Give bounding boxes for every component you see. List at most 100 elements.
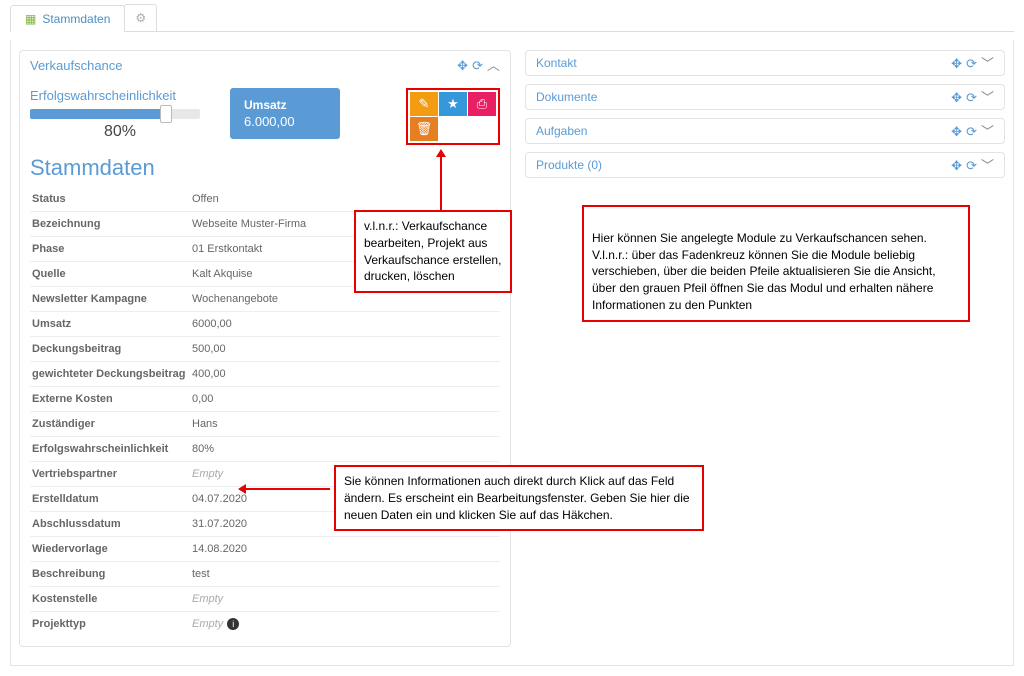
field-value[interactable]: 6000,00 (192, 318, 498, 330)
gauge-knob[interactable] (160, 105, 172, 123)
field-label: Externe Kosten (32, 393, 192, 405)
tab-stammdaten[interactable]: ▦ Stammdaten (10, 5, 125, 32)
field-label: Erfolgswahrscheinlichkeit (32, 443, 192, 455)
field-label: Zuständiger (32, 418, 192, 430)
delete-button[interactable]: 🗑 (410, 117, 438, 141)
probability-gauge: Erfolgswahrscheinlichkeit 80% (30, 88, 210, 141)
data-row[interactable]: KostenstelleEmpty (30, 586, 500, 611)
edit-button[interactable]: ✎ (410, 92, 438, 116)
panel-title: Kontakt (536, 56, 577, 70)
panel-title: Verkaufschance (30, 58, 123, 73)
field-value[interactable]: Emptyi (192, 618, 498, 630)
section-title: Stammdaten (30, 155, 500, 181)
trash-icon: 🗑 (416, 121, 433, 137)
field-label: Bezeichnung (32, 218, 192, 230)
create-project-button[interactable]: ★ (439, 92, 467, 116)
collapse-icon[interactable]: ︿ (487, 59, 500, 72)
field-value[interactable]: 14.08.2020 (192, 543, 498, 555)
refresh-icon[interactable]: ⟳ (472, 59, 483, 72)
refresh-icon[interactable]: ⟳ (966, 57, 977, 70)
field-value[interactable]: test (192, 568, 498, 580)
expand-icon[interactable]: ﹀ (981, 91, 994, 104)
tab-label: Stammdaten (42, 12, 110, 26)
field-value[interactable]: Hans (192, 418, 498, 430)
move-icon[interactable]: ✥ (951, 91, 962, 104)
annotation-edit: Sie können Informationen auch direkt dur… (334, 465, 704, 531)
field-value[interactable]: Wochenangebote (192, 293, 498, 305)
action-button-grid: ✎ ★ ⎙ 🗑 (406, 88, 500, 145)
revenue-label: Umsatz (244, 98, 326, 112)
annotation-arrow (440, 155, 442, 210)
panel-actions: ✥ ⟳ ︿ (457, 59, 500, 72)
field-value[interactable]: 400,00 (192, 368, 498, 380)
data-row[interactable]: Umsatz6000,00 (30, 311, 500, 336)
field-label: Erstelldatum (32, 493, 192, 505)
tab-settings[interactable]: ⚙ (124, 4, 157, 31)
move-icon[interactable]: ✥ (951, 159, 962, 172)
content: Verkaufschance ✥ ⟳ ︿ Erfolgswahrscheinli… (10, 40, 1014, 666)
print-button[interactable]: ⎙ (468, 92, 496, 116)
move-icon[interactable]: ✥ (951, 125, 962, 138)
field-value[interactable]: 500,00 (192, 343, 498, 355)
gauge-fill (30, 109, 166, 119)
data-row[interactable]: Externe Kosten0,00 (30, 386, 500, 411)
refresh-icon[interactable]: ⟳ (966, 159, 977, 172)
field-label: Vertriebspartner (32, 468, 192, 480)
side-module-panel: Produkte (0)✥⟳﹀ (525, 152, 1005, 178)
panel-actions: ✥ ⟳ ﹀ (951, 159, 994, 172)
data-row[interactable]: StatusOffen (30, 187, 500, 211)
field-label: Wiedervorlage (32, 543, 192, 555)
data-row[interactable]: Beschreibungtest (30, 561, 500, 586)
field-value[interactable]: 0,00 (192, 393, 498, 405)
field-label: Abschlussdatum (32, 518, 192, 530)
panel-header: Aufgaben ✥ ⟳ ﹀ (526, 119, 1004, 143)
field-value[interactable]: 80% (192, 443, 498, 455)
summary-row: Erfolgswahrscheinlichkeit 80% Umsatz 6.0… (30, 88, 500, 145)
gauge-bar[interactable] (30, 109, 200, 119)
panel-title: Aufgaben (536, 124, 587, 138)
move-icon[interactable]: ✥ (457, 59, 468, 72)
data-row[interactable]: ZuständigerHans (30, 411, 500, 436)
panel-actions: ✥ ⟳ ﹀ (951, 91, 994, 104)
info-icon[interactable]: i (227, 618, 239, 630)
panel-header: Dokumente ✥ ⟳ ﹀ (526, 85, 1004, 109)
data-row[interactable]: Erfolgswahrscheinlichkeit80% (30, 436, 500, 461)
empty-cell (468, 117, 496, 141)
field-label: Status (32, 193, 192, 205)
side-module-panel: Kontakt ✥ ⟳ ﹀ (525, 50, 1005, 76)
data-row[interactable]: gewichteter Deckungsbeitrag400,00 (30, 361, 500, 386)
field-label: Quelle (32, 268, 192, 280)
panel-body: Erfolgswahrscheinlichkeit 80% Umsatz 6.0… (20, 80, 510, 646)
expand-icon[interactable]: ﹀ (981, 57, 994, 70)
revenue-value: 6.000,00 (244, 114, 326, 129)
panel-actions: ✥ ⟳ ﹀ (951, 125, 994, 138)
panel-title: Dokumente (536, 90, 597, 104)
field-label: gewichteter Deckungsbeitrag (32, 368, 192, 380)
data-row[interactable]: Wiedervorlage14.08.2020 (30, 536, 500, 561)
star-icon: ★ (447, 96, 459, 112)
field-value[interactable]: Empty (192, 593, 498, 605)
refresh-icon[interactable]: ⟳ (966, 125, 977, 138)
print-icon: ⎙ (477, 96, 487, 112)
field-label: Beschreibung (32, 568, 192, 580)
data-row[interactable]: ProjekttypEmptyi (30, 611, 500, 636)
data-row[interactable]: Deckungsbeitrag500,00 (30, 336, 500, 361)
refresh-icon[interactable]: ⟳ (966, 91, 977, 104)
panel-header: Kontakt ✥ ⟳ ﹀ (526, 51, 1004, 75)
field-value[interactable]: Offen (192, 193, 498, 205)
side-module-panel: Aufgaben ✥ ⟳ ﹀ (525, 118, 1005, 144)
expand-icon[interactable]: ﹀ (981, 125, 994, 138)
annotation-arrow (244, 488, 330, 490)
pencil-icon: ✎ (419, 96, 430, 112)
empty-cell (439, 117, 467, 141)
bar-chart-icon: ▦ (25, 12, 36, 26)
expand-icon[interactable]: ﹀ (981, 159, 994, 172)
move-icon[interactable]: ✥ (951, 57, 962, 70)
panel-header: Produkte (0)✥⟳﹀ (526, 153, 1004, 177)
side-module-panel: Dokumente ✥ ⟳ ﹀ (525, 84, 1005, 110)
panel-verkaufschance: Verkaufschance ✥ ⟳ ︿ Erfolgswahrscheinli… (19, 50, 511, 647)
field-label: Deckungsbeitrag (32, 343, 192, 355)
annotation-buttons: v.l.n.r.: Verkaufschance bearbeiten, Pro… (354, 210, 512, 293)
panel-header: Verkaufschance ✥ ⟳ ︿ (20, 51, 510, 80)
field-label: Kostenstelle (32, 593, 192, 605)
